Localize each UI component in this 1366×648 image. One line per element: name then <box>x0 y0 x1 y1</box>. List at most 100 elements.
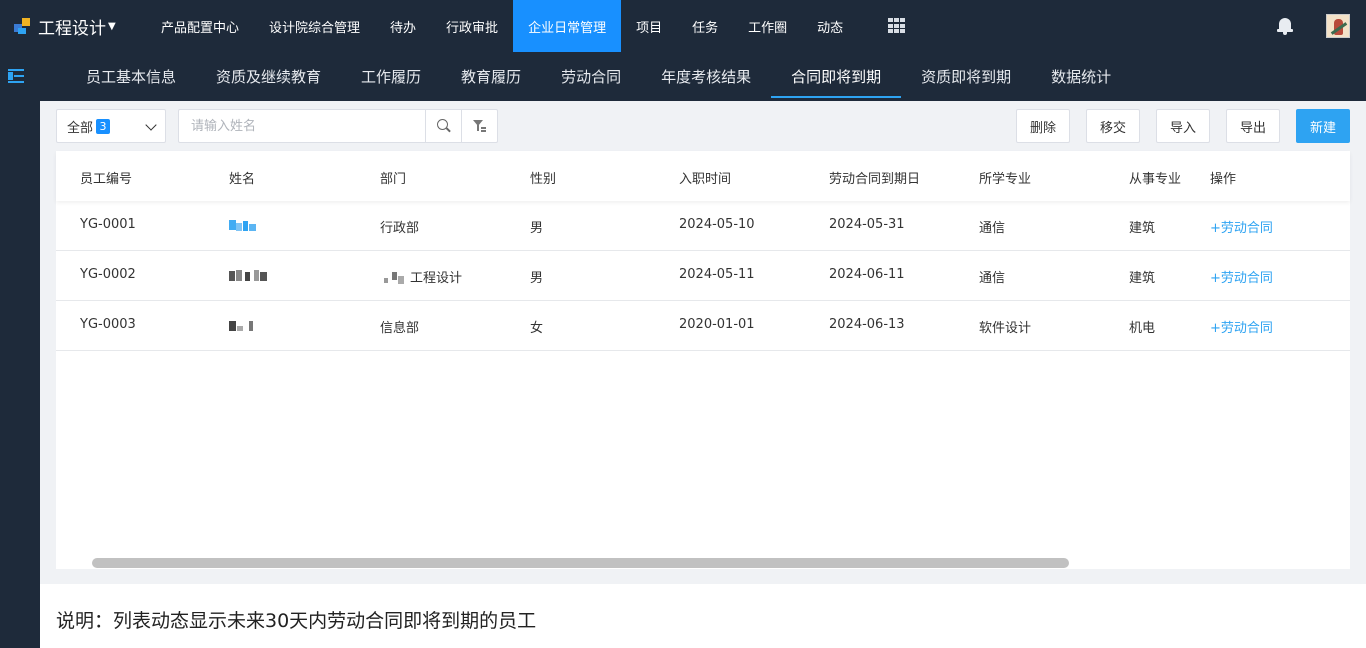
table-header: 员工编号 姓名 部门 性别 入职时间 劳动合同到期日 所学专业 从事专业 操作 <box>56 151 1350 201</box>
top-nav-item-label: 企业日常管理 <box>528 20 607 36</box>
cell-gender: 男 <box>530 221 544 236</box>
brand-switcher[interactable]: 工程设计 ▼ <box>0 0 146 52</box>
top-nav-item-activity[interactable]: 动态 <box>802 0 858 52</box>
top-nav-item-label: 设计院综合管理 <box>269 20 361 36</box>
delete-button[interactable]: 删除 <box>1016 109 1070 143</box>
top-nav-item-label: 任务 <box>692 20 719 36</box>
top-nav-item-todo[interactable]: 待办 <box>375 0 431 52</box>
tab-qualification-expiring[interactable]: 资质即将到期 <box>901 52 1031 101</box>
tab-annual-review[interactable]: 年度考核结果 <box>641 52 771 101</box>
chevron-down-icon <box>145 119 157 131</box>
tab-employee-basic-info[interactable]: 员工基本信息 <box>66 52 196 101</box>
cell-name-redacted <box>229 268 271 283</box>
tab-label: 工作履历 <box>361 68 422 86</box>
cell-major: 通信 <box>979 271 1006 286</box>
cell-employee-id: YG-0002 <box>80 267 136 282</box>
avatar[interactable] <box>1326 14 1350 38</box>
cell-major: 通信 <box>979 221 1006 236</box>
scope-select-label: 全部 <box>67 120 94 136</box>
cell-employee-id: YG-0001 <box>80 217 136 232</box>
search-button[interactable] <box>425 110 461 142</box>
tab-label: 劳动合同 <box>561 68 622 86</box>
left-rail <box>0 52 40 648</box>
top-nav-item-enterprise-daily[interactable]: 企业日常管理 <box>513 0 622 52</box>
column-header-contract-end: 劳动合同到期日 <box>829 172 921 187</box>
top-nav-item-projects[interactable]: 项目 <box>621 0 677 52</box>
search-icon <box>436 119 451 133</box>
tab-label: 年度考核结果 <box>661 68 752 86</box>
redacted-name <box>229 319 257 333</box>
top-nav-item-label: 动态 <box>817 20 844 36</box>
brand-logo-icon <box>14 16 36 36</box>
cell-contract-end: 2024-06-13 <box>829 317 905 332</box>
cell-contract-end: 2024-05-31 <box>829 217 905 232</box>
top-nav-item-product-config[interactable]: 产品配置中心 <box>146 0 254 52</box>
tab-label: 资质及继续教育 <box>216 68 322 86</box>
cell-department: 工程设计 <box>380 267 462 286</box>
apps-grid-icon[interactable] <box>888 18 906 34</box>
column-header-major: 所学专业 <box>979 172 1032 187</box>
column-header-work-major: 从事专业 <box>1129 172 1182 187</box>
top-right-actions <box>1276 0 1350 52</box>
main-content: 全部 3 删除 移交 导入 导出 新建 员工编号 姓名 部门 性别 入职时间 劳… <box>40 101 1366 584</box>
sidebar-toggle-icon[interactable] <box>8 68 26 84</box>
column-header-actions: 操作 <box>1210 172 1237 187</box>
top-nav-item-admin-approval[interactable]: 行政审批 <box>431 0 513 52</box>
cell-department: 行政部 <box>380 221 420 236</box>
cell-hire-date: 2020-01-01 <box>679 317 755 332</box>
brand-title: 工程设计 <box>38 18 106 39</box>
tab-work-history[interactable]: 工作履历 <box>341 52 441 101</box>
bell-icon[interactable] <box>1276 17 1294 35</box>
import-button[interactable]: 导入 <box>1156 109 1210 143</box>
scope-select[interactable]: 全部 3 <box>56 109 166 143</box>
cell-work-major: 机电 <box>1129 321 1156 336</box>
cell-name-redacted[interactable] <box>229 218 257 233</box>
tab-education-history[interactable]: 教育履历 <box>441 52 541 101</box>
count-badge: 3 <box>96 118 111 134</box>
cell-hire-date: 2024-05-10 <box>679 217 755 232</box>
cell-department: 信息部 <box>380 321 420 336</box>
column-header-gender: 性别 <box>530 172 557 187</box>
top-nav-item-label: 待办 <box>390 20 417 36</box>
footnote: 说明：列表动态显示未来30天内劳动合同即将到期的员工 <box>56 610 537 632</box>
tab-statistics[interactable]: 数据统计 <box>1031 52 1131 101</box>
tab-label: 教育履历 <box>461 68 522 86</box>
tab-label: 数据统计 <box>1051 68 1112 86</box>
search-input[interactable] <box>179 110 425 142</box>
cell-name-redacted <box>229 318 257 333</box>
sub-tab-bar: 员工基本信息 资质及继续教育 工作履历 教育履历 劳动合同 年度考核结果 合同即… <box>40 52 1366 101</box>
top-nav-item-tasks[interactable]: 任务 <box>677 0 733 52</box>
cell-work-major: 建筑 <box>1129 271 1156 286</box>
cell-hire-date: 2024-05-11 <box>679 267 755 282</box>
column-header-hire-date: 入职时间 <box>679 172 732 187</box>
column-header-employee-id: 员工编号 <box>80 172 133 187</box>
filter-icon <box>472 119 487 133</box>
tab-label: 员工基本信息 <box>86 68 177 86</box>
top-nav-item-label: 产品配置中心 <box>161 20 240 36</box>
top-nav-item-work-circle[interactable]: 工作圈 <box>733 0 802 52</box>
export-button[interactable]: 导出 <box>1226 109 1280 143</box>
tab-qualification-education[interactable]: 资质及继续教育 <box>196 52 341 101</box>
filter-button[interactable] <box>461 110 497 142</box>
top-nav-item-design-institute[interactable]: 设计院综合管理 <box>254 0 375 52</box>
top-nav-menu: 产品配置中心 设计院综合管理 待办 行政审批 企业日常管理 项目 任务 工作圈 … <box>146 0 906 52</box>
tab-label: 合同即将到期 <box>791 68 882 86</box>
search-box <box>178 109 498 143</box>
toolbar: 全部 3 删除 移交 导入 导出 新建 <box>40 101 1366 151</box>
cell-major: 软件设计 <box>979 321 1032 336</box>
redacted-department-prefix <box>380 271 410 286</box>
tab-label: 资质即将到期 <box>921 68 1012 86</box>
table-row: YG-0003 信息部 女 2020-01-01 2024-06-13 软件设计… <box>56 301 1350 351</box>
transfer-button[interactable]: 移交 <box>1086 109 1140 143</box>
add-labor-contract-link[interactable]: +劳动合同 <box>1210 217 1273 236</box>
add-labor-contract-link[interactable]: +劳动合同 <box>1210 267 1273 286</box>
column-header-department: 部门 <box>380 172 407 187</box>
new-button[interactable]: 新建 <box>1296 109 1350 143</box>
table-row: YG-0001 行政部 男 2024-05-10 2024-05-31 通信 建… <box>56 201 1350 251</box>
add-labor-contract-link[interactable]: +劳动合同 <box>1210 317 1273 336</box>
tab-contract-expiring[interactable]: 合同即将到期 <box>771 52 902 101</box>
tab-labor-contract[interactable]: 劳动合同 <box>541 52 641 101</box>
caret-down-icon: ▼ <box>108 20 116 32</box>
horizontal-scrollbar[interactable] <box>92 558 1069 568</box>
apps-grid-wrapper <box>858 0 906 52</box>
